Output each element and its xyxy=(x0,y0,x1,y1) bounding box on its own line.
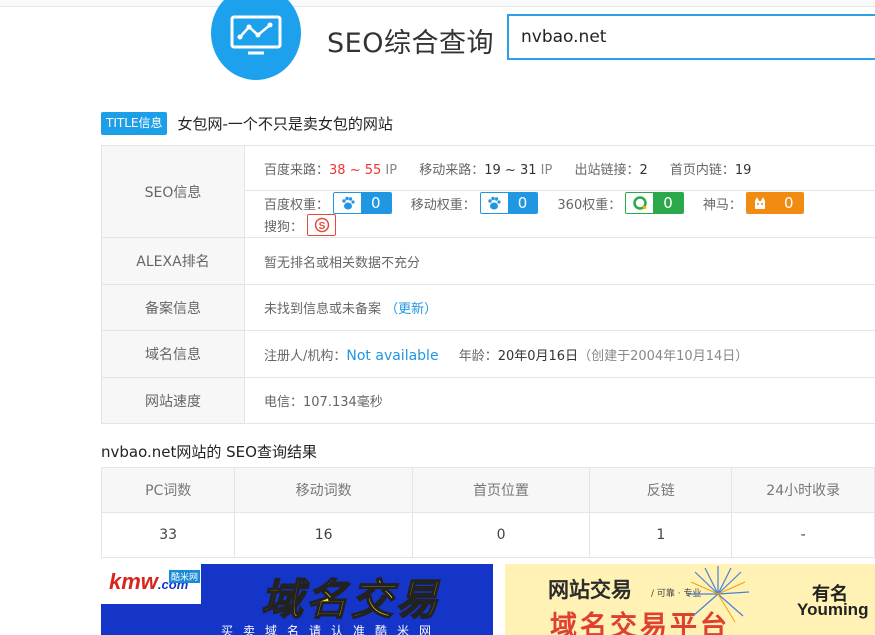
beian-label: 备案信息 xyxy=(101,284,245,331)
search-box[interactable] xyxy=(507,14,875,60)
homepage-rank-value[interactable]: 0 xyxy=(411,512,591,558)
traffic-row: 百度来路：38 ~ 55 IP 移动来路：19 ~ 31 IP 出站链接：2 首… xyxy=(244,145,875,191)
beian-row: 未找到信息或未备案 （更新） xyxy=(244,284,875,331)
ad-banner-kmw[interactable]: kmw.com 酷米网 域名交易 买卖域名请认准酷米网 xyxy=(101,564,493,635)
speed-label: 网站速度 xyxy=(101,377,245,424)
360-weight-badge[interactable]: 0 xyxy=(625,192,684,214)
sogou-icon: S xyxy=(308,215,336,235)
ad-site-trade-title: 网站交易 xyxy=(548,577,632,602)
24h-index-value: - xyxy=(731,512,875,558)
page-title: SEO综合查询 xyxy=(327,28,494,59)
title-badge: TITLE信息 xyxy=(101,111,168,135)
created-date: （创建于2004年10月14日） xyxy=(578,348,749,364)
shenma-icon xyxy=(746,193,774,213)
kmw-logo-tag: 酷米网 xyxy=(169,570,201,583)
sogou-weight-badge[interactable]: S xyxy=(307,214,337,236)
col-backlinks: 反链 xyxy=(589,467,733,513)
domain-search-input[interactable] xyxy=(509,16,861,58)
inlinks-label: 首页内链： xyxy=(669,162,735,178)
youming-brand-en: Youming xyxy=(797,600,869,619)
360-weight-label: 360权重： xyxy=(557,197,622,213)
ad-domain-trade-title: 域名交易 xyxy=(260,574,442,625)
svg-text:S: S xyxy=(318,221,325,232)
mobile-weight-badge[interactable]: 0 xyxy=(479,192,539,214)
speed-value: 电信：107.134毫秒 xyxy=(244,377,875,424)
col-24h-index: 24小时收录 xyxy=(731,467,875,513)
shenma-weight-value: 0 xyxy=(773,193,804,213)
site-title-text: 女包网-一个不只是卖女包的网站 xyxy=(177,114,393,133)
backlinks-value[interactable]: 1 xyxy=(589,512,733,558)
alexa-value: 暂无排名或相关数据不充分 xyxy=(244,237,875,285)
shenma-weight-badge[interactable]: 0 xyxy=(745,192,805,214)
col-mobile-keywords: 移动词数 xyxy=(234,467,413,513)
seo-info-table: SEO信息 百度来路：38 ~ 55 IP 移动来路：19 ~ 31 IP 出站… xyxy=(101,145,875,424)
seo-info-label: SEO信息 xyxy=(101,145,245,238)
baidu-traffic-sep: ~ xyxy=(345,162,365,178)
mobile-weight-value: 0 xyxy=(507,193,538,213)
shenma-weight-label: 神马： xyxy=(702,197,742,213)
beian-update-link[interactable]: （更新） xyxy=(385,302,437,317)
baidu-weight-label: 百度权重： xyxy=(264,197,330,213)
shenma-weight: 神马： 0 xyxy=(703,192,805,214)
ad-domain-trade-sub: 买卖域名请认准酷米网 xyxy=(221,624,442,635)
baidu-weight: 百度权重： 0 xyxy=(264,192,392,214)
baidu-traffic-low[interactable]: 38 xyxy=(329,163,346,178)
weights-row: 百度权重： 0 移动权重： 0 360权重： 0 神马： 0 搜狗： S xyxy=(244,190,875,238)
firework-icon xyxy=(687,566,750,623)
domain-label: 域名信息 xyxy=(101,330,245,378)
mobile-keywords-value[interactable]: 16 xyxy=(234,512,413,558)
sogou-weight: 搜狗： S xyxy=(264,214,337,236)
mobile-traffic-value[interactable]: 19 ~ 31 xyxy=(484,163,536,178)
inlinks-value[interactable]: 19 xyxy=(735,163,752,178)
baidu-traffic-label: 百度来路： xyxy=(264,162,330,178)
mobile-weight-label: 移动权重： xyxy=(410,197,476,213)
alexa-label: ALEXA排名 xyxy=(101,237,245,285)
registrant-link[interactable]: Not available xyxy=(346,348,438,364)
ad-banner-youming[interactable]: 网站交易 / 可靠 · 专业 域名交易平台 有名 Youming xyxy=(505,564,875,635)
mobile-traffic-label: 移动来路： xyxy=(419,162,485,178)
age-label: 年龄： xyxy=(458,348,498,364)
baidu-paw-icon xyxy=(480,193,508,213)
title-info-row: TITLE信息 女包网-一个不只是卖女包的网站 xyxy=(101,111,393,135)
registrant-label: 注册人/机构： xyxy=(264,348,347,364)
outlinks-value[interactable]: 2 xyxy=(639,163,647,178)
results-title: nvbao.net网站的 SEO查询结果 xyxy=(101,443,317,461)
baidu-traffic-unit: IP xyxy=(381,162,398,178)
kmw-logo: kmw.com 酷米网 xyxy=(101,564,201,604)
mobile-weight: 移动权重： 0 xyxy=(411,192,539,214)
site-logo[interactable] xyxy=(211,0,301,80)
top-bar xyxy=(0,0,875,7)
col-homepage-rank: 首页位置 xyxy=(411,467,591,513)
pc-keywords-value[interactable]: 33 xyxy=(100,512,236,558)
360-weight: 360权重： 0 xyxy=(557,192,684,214)
baidu-paw-icon xyxy=(334,193,362,213)
mobile-traffic-unit: IP xyxy=(536,162,553,178)
kmw-logo-text: kmw xyxy=(109,569,158,594)
outlinks-label: 出站链接： xyxy=(574,162,640,178)
360-icon xyxy=(626,193,654,213)
360-weight-value: 0 xyxy=(653,193,683,213)
results-table: PC词数 移动词数 首页位置 反链 24小时收录 33 16 0 1 - xyxy=(100,467,875,558)
chart-monitor-icon xyxy=(230,15,282,55)
domain-row: 注册人/机构：Not available 年龄：20年0月16日（创建于2004… xyxy=(244,330,875,378)
baidu-traffic-high[interactable]: 55 xyxy=(365,163,382,178)
table-row: 33 16 0 1 - xyxy=(100,512,875,558)
baidu-weight-badge[interactable]: 0 xyxy=(333,192,392,214)
col-pc-keywords: PC词数 xyxy=(100,467,236,513)
sogou-weight-label: 搜狗： xyxy=(264,219,304,235)
baidu-weight-value: 0 xyxy=(361,193,391,213)
age-value: 20年0月16日 xyxy=(497,348,579,364)
beian-value: 未找到信息或未备案 xyxy=(264,302,382,317)
